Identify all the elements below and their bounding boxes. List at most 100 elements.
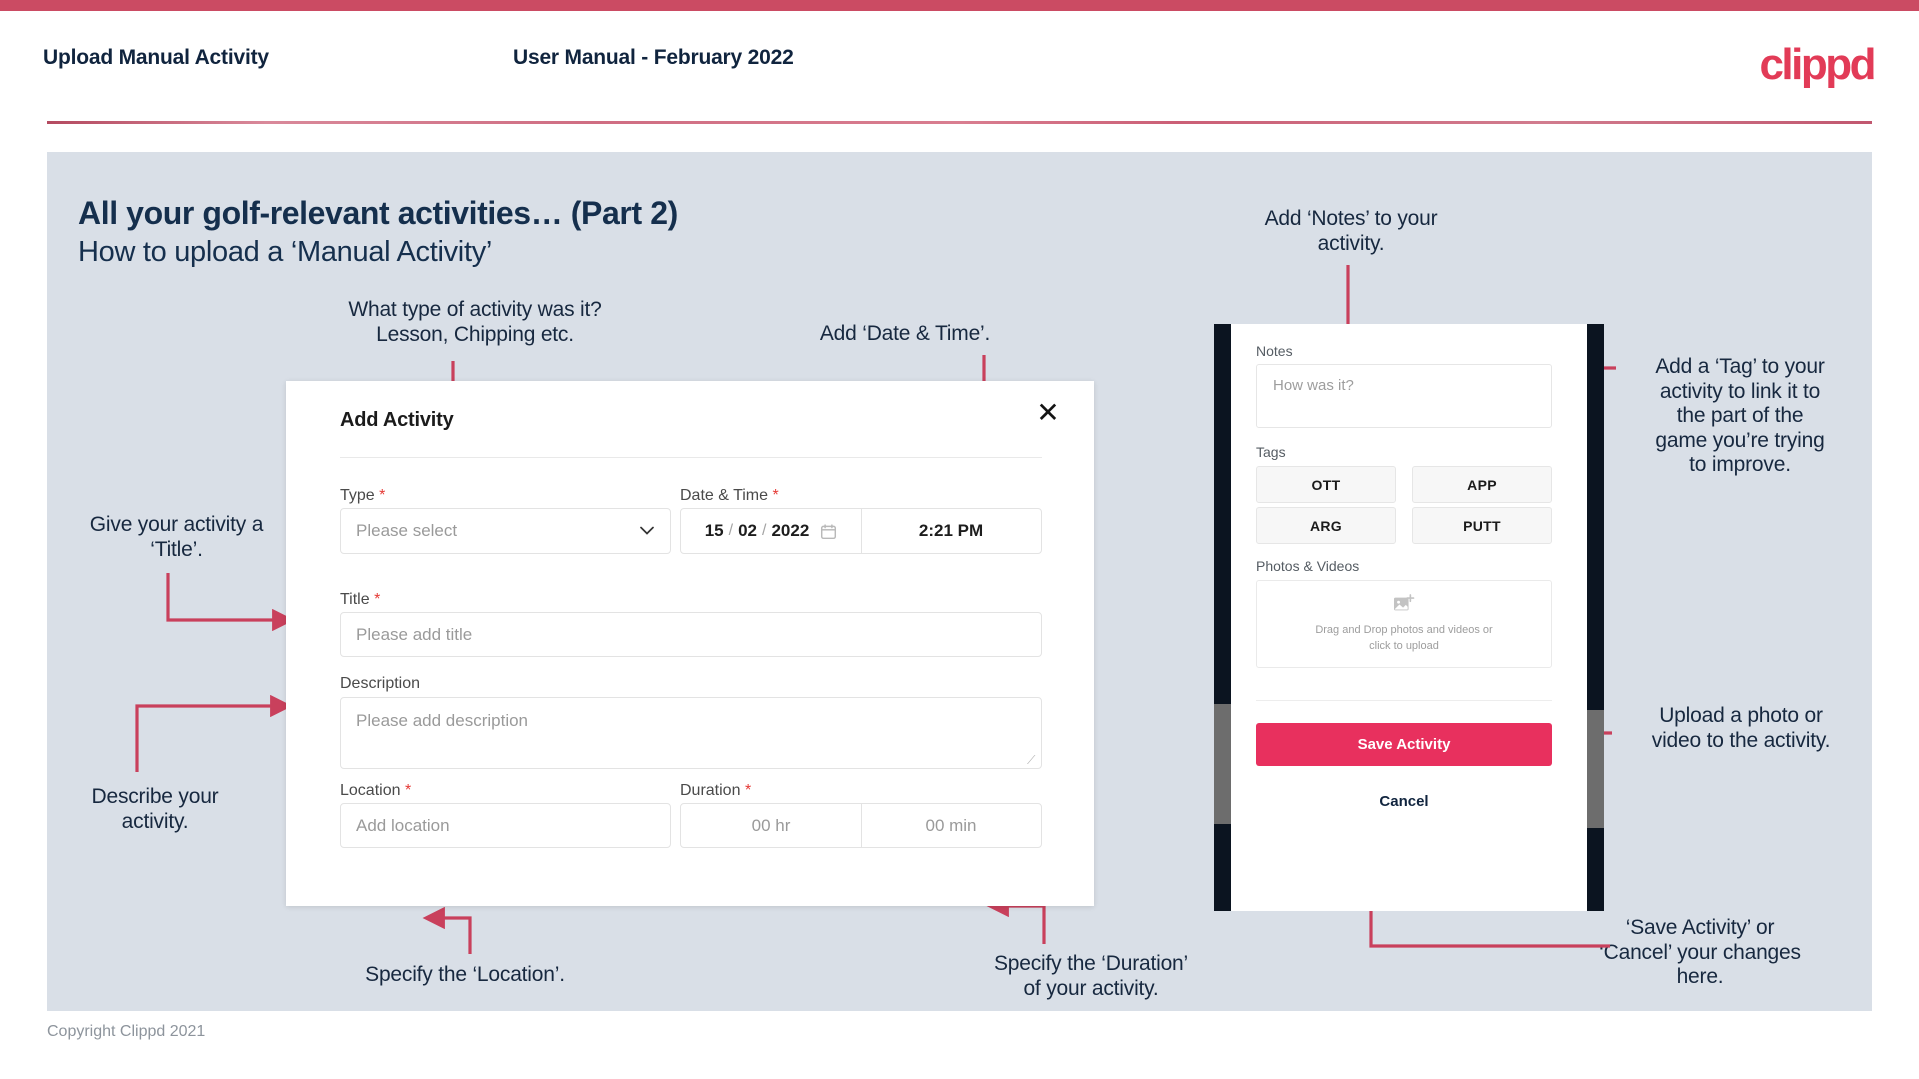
close-icon[interactable]: ✕ xyxy=(1032,397,1064,429)
datetime-label-text: Date & Time xyxy=(680,487,769,504)
location-label: Location * xyxy=(340,782,411,800)
duration-minutes-input[interactable]: 00 min xyxy=(861,816,1041,836)
type-label-text: Type xyxy=(340,487,375,504)
date-year: 2022 xyxy=(771,521,810,540)
duration-hours-placeholder: 00 hr xyxy=(751,815,791,835)
annotation-datetime: Add ‘Date & Time’. xyxy=(790,322,1020,347)
annotation-notes-line1: Add ‘Notes’ to your xyxy=(1264,207,1438,230)
annotation-describe-line1: Describe your xyxy=(91,785,219,808)
type-select[interactable]: Please select xyxy=(340,508,671,554)
tag-button-putt[interactable]: PUTT xyxy=(1412,507,1552,544)
cancel-button[interactable]: Cancel xyxy=(1256,784,1552,818)
annotation-type-line1: What type of activity was it? xyxy=(348,298,602,321)
title-input[interactable]: Please add title xyxy=(340,612,1042,657)
annotation-title-line1: Give your activity a xyxy=(89,513,264,536)
description-textarea[interactable]: Please add description ⟋ xyxy=(340,697,1042,769)
time-input[interactable]: 2:21 PM xyxy=(861,521,1041,541)
phone-power-button-right xyxy=(1587,710,1604,828)
upload-hint-line1: Drag and Drop photos and videos or xyxy=(1315,623,1493,636)
tag-label-arg: ARG xyxy=(1309,517,1342,534)
annotation-tag-line1: Add a ‘Tag’ to your xyxy=(1655,355,1825,378)
location-input[interactable]: Add location xyxy=(340,803,671,848)
annotation-title-line2: ‘Title’. xyxy=(150,537,203,561)
top-accent-bar xyxy=(0,0,1919,11)
title-required-marker: * xyxy=(374,591,381,608)
duration-segment-divider xyxy=(861,804,862,847)
annotation-type: What type of activity was it? Lesson, Ch… xyxy=(320,298,630,347)
annotation-describe: Describe your activity. xyxy=(55,785,255,834)
tag-label-putt: PUTT xyxy=(1463,517,1501,534)
header-left-title: Upload Manual Activity xyxy=(43,46,269,69)
description-placeholder: Please add description xyxy=(356,711,529,730)
save-activity-button[interactable]: Save Activity xyxy=(1256,723,1552,766)
phone-screen: Notes How was it? Tags OTT APP ARG PUTT … xyxy=(1231,324,1587,911)
annotation-upload-line1: Upload a photo or xyxy=(1659,704,1823,727)
type-label: Type * xyxy=(340,487,385,505)
annotation-tag-line4: game you’re trying xyxy=(1655,428,1825,452)
tag-label-app: APP xyxy=(1467,476,1497,493)
dialog-title: Add Activity xyxy=(340,409,454,431)
cancel-label: Cancel xyxy=(1379,792,1429,810)
calendar-icon[interactable] xyxy=(820,523,837,540)
annotation-tag-line5: to improve. xyxy=(1689,453,1791,477)
annotation-save-cancel-line1: ‘Save Activity’ or xyxy=(1625,916,1775,939)
description-label-text: Description xyxy=(340,675,421,692)
datetime-segment-divider xyxy=(861,509,862,553)
annotation-save-cancel-line2: ‘Cancel’ your changes xyxy=(1599,940,1801,964)
location-label-text: Location xyxy=(340,782,401,799)
annotation-tag: Add a ‘Tag’ to your activity to link it … xyxy=(1625,355,1855,478)
phone-mockup: Notes How was it? Tags OTT APP ARG PUTT … xyxy=(1214,324,1604,911)
slide-title: All your golf-relevant activities… (Part… xyxy=(78,195,678,231)
notes-input[interactable]: How was it? xyxy=(1256,364,1552,428)
tag-button-ott[interactable]: OTT xyxy=(1256,466,1396,503)
duration-field[interactable]: 00 hr 00 min xyxy=(680,803,1042,848)
time-value: 2:21 PM xyxy=(918,521,984,540)
footer-copyright: Copyright Clippd 2021 xyxy=(47,1023,206,1040)
annotation-title: Give your activity a ‘Title’. xyxy=(55,513,298,562)
upload-dropzone[interactable]: Drag and Drop photos and videos or click… xyxy=(1256,580,1552,668)
location-required-marker: * xyxy=(404,782,412,799)
resize-grip-icon[interactable]: ⟋ xyxy=(1027,754,1037,766)
upload-hint-line2: click to upload xyxy=(1369,639,1439,652)
title-label: Title * xyxy=(340,591,380,609)
duration-minutes-placeholder: 00 min xyxy=(925,815,977,835)
slide-subtitle: How to upload a ‘Manual Activity’ xyxy=(78,236,493,268)
date-month: 02 xyxy=(738,521,757,540)
tag-button-arg[interactable]: ARG xyxy=(1256,507,1396,544)
clippd-logo: clippd xyxy=(1759,40,1876,89)
phone-divider xyxy=(1256,700,1552,701)
annotation-tag-line2: activity to link it to xyxy=(1659,379,1821,403)
annotation-tag-line3: the part of the xyxy=(1676,404,1804,428)
duration-label-text: Duration xyxy=(680,782,741,799)
date-input[interactable]: 15 / 02 / 2022 xyxy=(681,521,861,541)
annotation-duration-line1: Specify the ‘Duration’ xyxy=(993,952,1189,975)
header-divider xyxy=(47,121,1872,124)
annotation-location-line1: Specify the ‘Location’. xyxy=(365,963,565,986)
title-label-text: Title xyxy=(340,591,370,608)
save-activity-label: Save Activity xyxy=(1357,736,1451,753)
datetime-label: Date & Time * xyxy=(680,487,779,505)
annotation-notes-line2: activity. xyxy=(1317,231,1385,255)
location-placeholder: Add location xyxy=(356,815,450,835)
annotation-duration: Specify the ‘Duration’ of your activity. xyxy=(958,952,1224,1001)
annotation-save-cancel: ‘Save Activity’ or ‘Cancel’ your changes… xyxy=(1560,916,1840,990)
date-day: 15 xyxy=(704,521,724,540)
duration-hours-input[interactable]: 00 hr xyxy=(681,816,861,836)
tag-button-app[interactable]: APP xyxy=(1412,466,1552,503)
duration-required-marker: * xyxy=(744,782,752,799)
notes-placeholder: How was it? xyxy=(1273,377,1354,394)
type-required-marker: * xyxy=(379,487,386,504)
description-label: Description xyxy=(340,675,420,693)
notes-label: Notes xyxy=(1256,343,1293,359)
tag-label-ott: OTT xyxy=(1311,476,1341,493)
add-image-icon xyxy=(1394,593,1415,610)
tags-label: Tags xyxy=(1256,444,1286,460)
top-accent-bar-cap xyxy=(1909,0,1919,11)
photos-label: Photos & Videos xyxy=(1256,558,1360,574)
annotation-upload-line2: video to the activity. xyxy=(1651,728,1831,752)
phone-volume-button-left xyxy=(1214,704,1231,824)
page-header: Upload Manual Activity User Manual - Feb… xyxy=(0,11,1919,128)
dialog-divider xyxy=(340,457,1042,458)
datetime-field[interactable]: 15 / 02 / 2022 2:21 PM xyxy=(680,508,1042,554)
annotation-save-cancel-line3: here. xyxy=(1676,965,1724,989)
